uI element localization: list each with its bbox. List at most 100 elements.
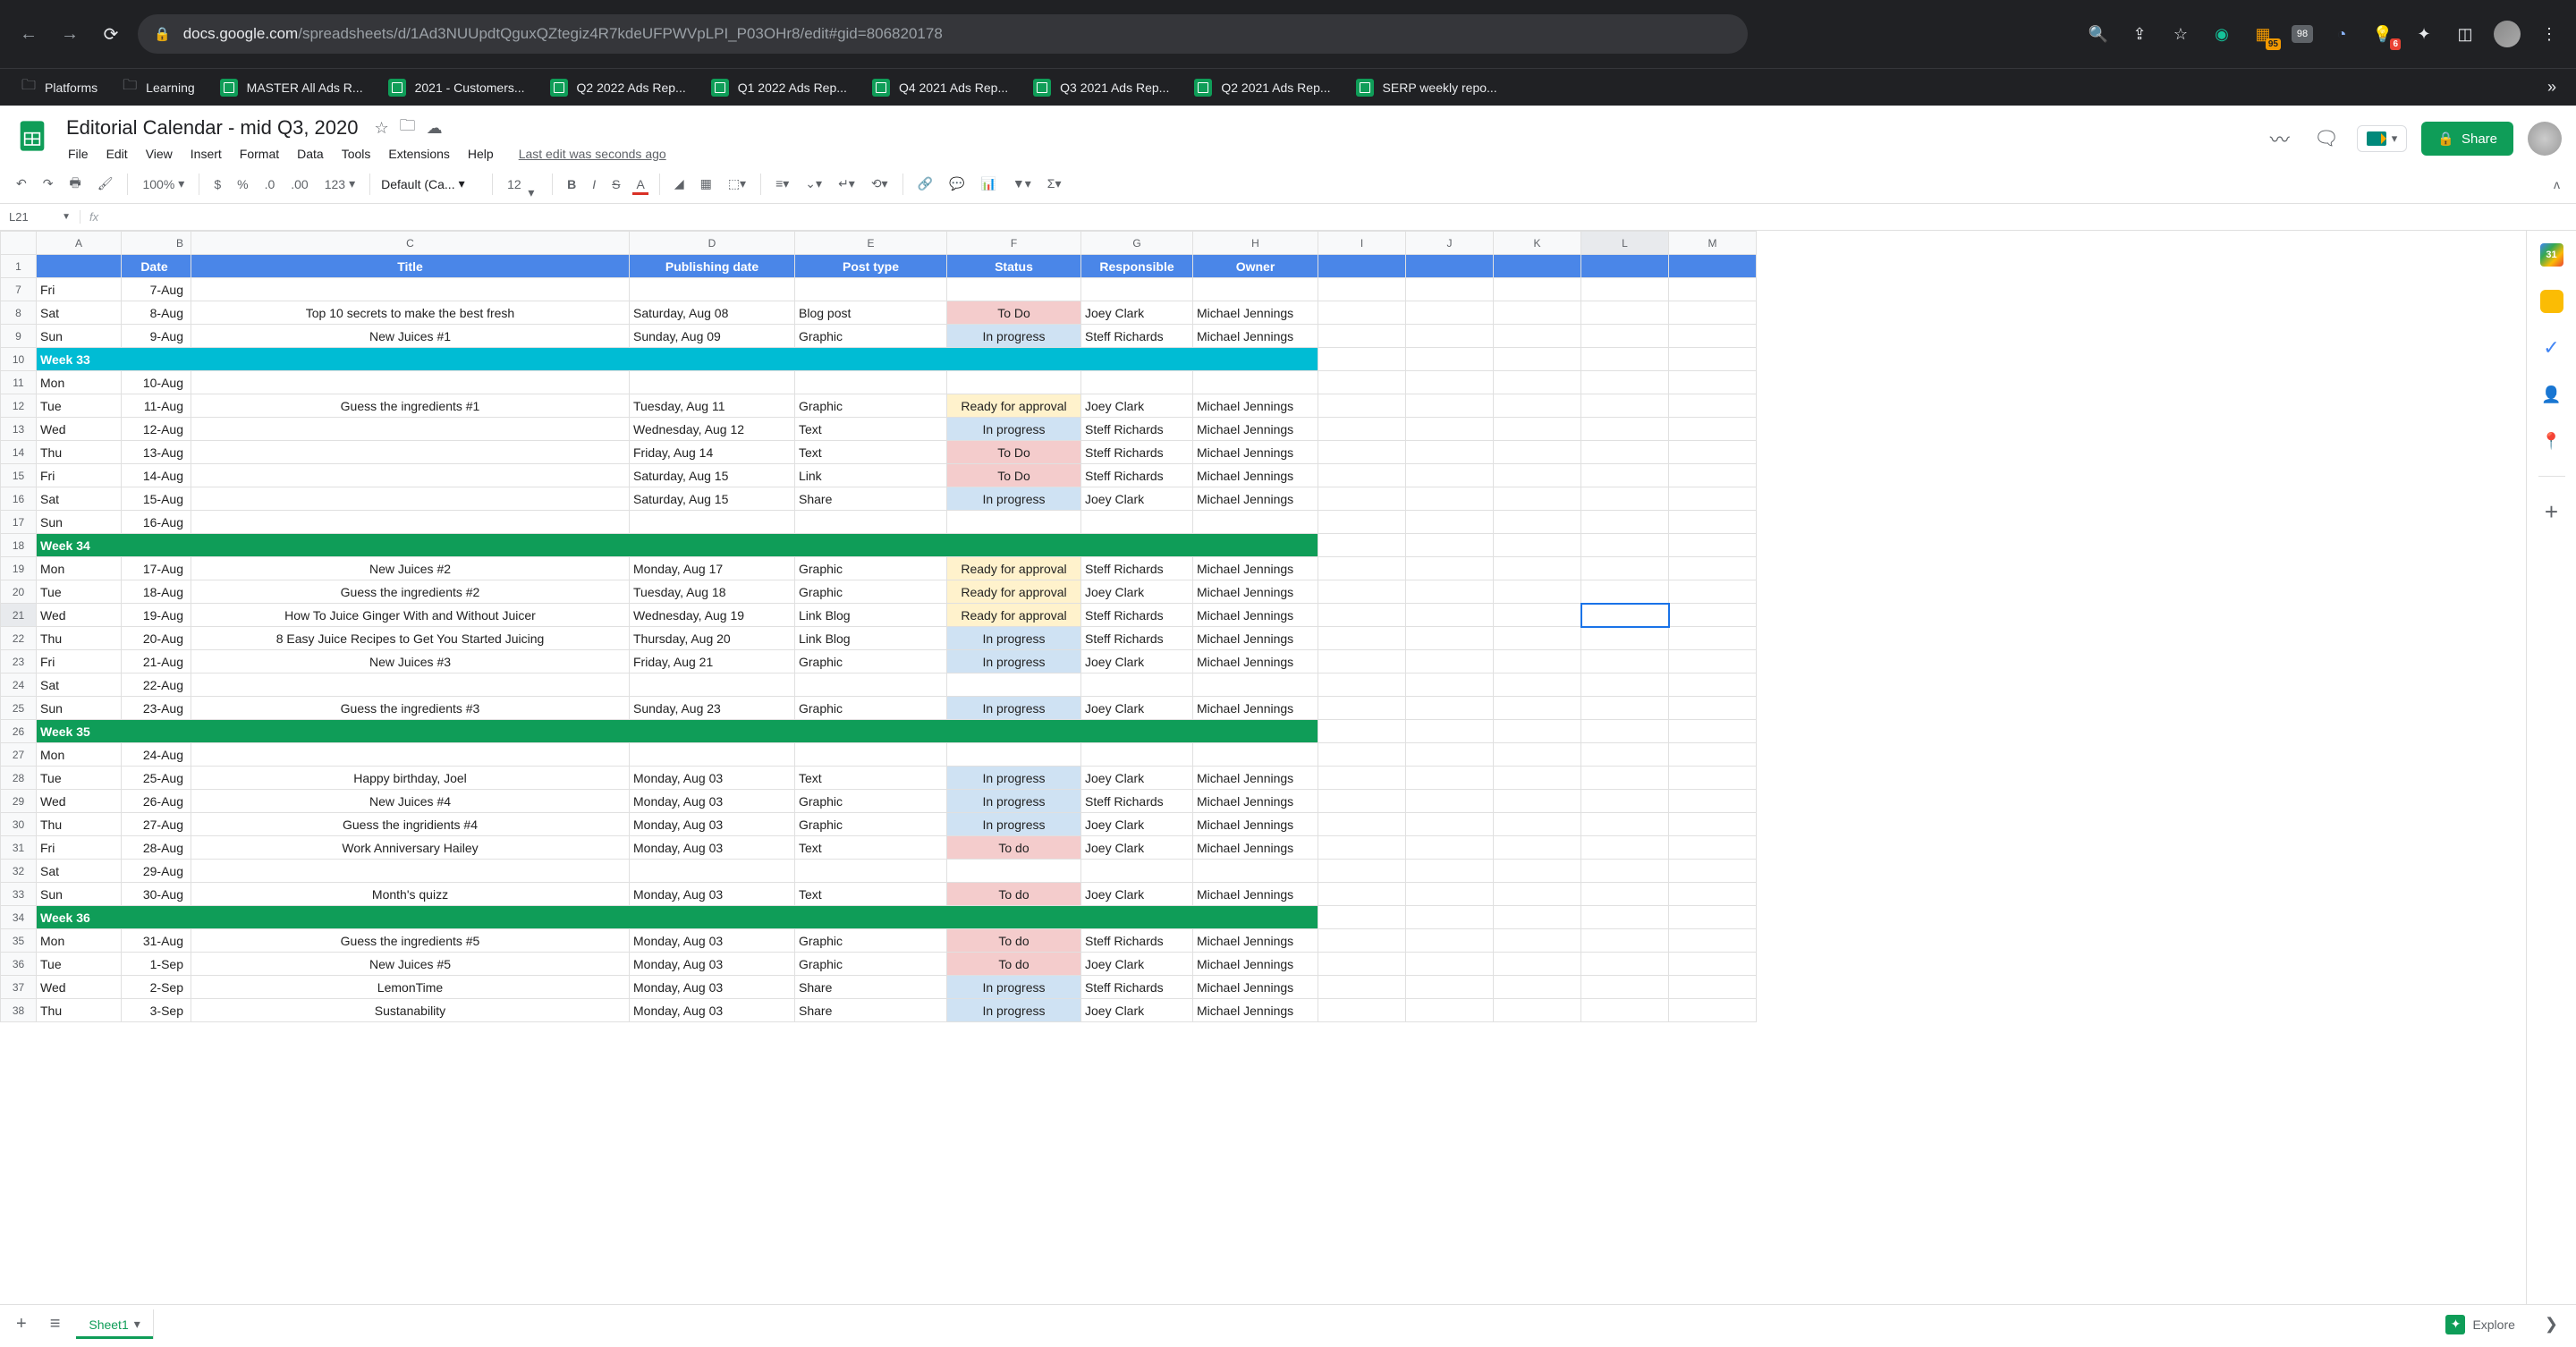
cell[interactable] xyxy=(947,278,1081,301)
row-header[interactable]: 25 xyxy=(1,697,37,720)
cell[interactable] xyxy=(1669,883,1757,906)
cell[interactable] xyxy=(1669,557,1757,580)
cell[interactable]: Michael Jennings xyxy=(1193,418,1318,441)
cell[interactable]: In progress xyxy=(947,418,1081,441)
cell[interactable] xyxy=(1494,906,1581,929)
cell[interactable] xyxy=(630,674,795,697)
cell[interactable]: Fri xyxy=(37,650,122,674)
cell[interactable]: To do xyxy=(947,836,1081,860)
cell[interactable] xyxy=(1581,580,1669,604)
cell[interactable]: 2-Sep xyxy=(122,976,191,999)
row-header[interactable]: 13 xyxy=(1,418,37,441)
cell[interactable]: Monday, Aug 03 xyxy=(630,790,795,813)
cell[interactable]: Steff Richards xyxy=(1081,418,1193,441)
cell[interactable] xyxy=(1494,674,1581,697)
explore-button[interactable]: ✦Explore xyxy=(2434,1309,2526,1341)
cell[interactable] xyxy=(1081,743,1193,767)
cell[interactable] xyxy=(1669,278,1757,301)
cell[interactable] xyxy=(1581,325,1669,348)
cell[interactable] xyxy=(1406,418,1494,441)
frozen-header-cell[interactable]: Responsible xyxy=(1081,255,1193,278)
cell[interactable] xyxy=(1581,464,1669,487)
cell[interactable] xyxy=(1494,557,1581,580)
cell[interactable] xyxy=(1494,394,1581,418)
italic-button[interactable]: I xyxy=(585,172,603,197)
cell[interactable]: Michael Jennings xyxy=(1193,883,1318,906)
bookmark-item[interactable]: Q1 2022 Ads Rep... xyxy=(700,73,858,102)
frozen-header-cell[interactable]: Date xyxy=(122,255,191,278)
cell[interactable] xyxy=(1669,534,1757,557)
cell[interactable]: Wednesday, Aug 19 xyxy=(630,604,795,627)
cell[interactable]: Steff Richards xyxy=(1081,441,1193,464)
cell[interactable] xyxy=(1318,976,1406,999)
cell[interactable]: Happy birthday, Joel xyxy=(191,767,630,790)
cell[interactable]: Joey Clark xyxy=(1081,999,1193,1022)
bold-button[interactable]: B xyxy=(560,172,583,197)
cell[interactable]: Steff Richards xyxy=(1081,976,1193,999)
cell[interactable] xyxy=(1193,278,1318,301)
cell[interactable]: Monday, Aug 03 xyxy=(630,767,795,790)
cloud-status-icon[interactable]: ☁ xyxy=(427,119,443,138)
cell[interactable] xyxy=(1581,441,1669,464)
cell[interactable] xyxy=(795,371,947,394)
cell[interactable]: Wed xyxy=(37,604,122,627)
cell[interactable] xyxy=(1494,325,1581,348)
reload-button[interactable]: ⟳ xyxy=(97,20,125,48)
cell[interactable] xyxy=(191,464,630,487)
row-header[interactable]: 12 xyxy=(1,394,37,418)
share-page-icon[interactable]: ⇪ xyxy=(2127,21,2152,47)
cell[interactable]: Fri xyxy=(37,278,122,301)
cell[interactable]: Joey Clark xyxy=(1081,836,1193,860)
cell[interactable] xyxy=(1318,790,1406,813)
cell[interactable]: Sustanability xyxy=(191,999,630,1022)
cell[interactable]: 25-Aug xyxy=(122,767,191,790)
cell[interactable] xyxy=(1494,976,1581,999)
row-header[interactable]: 22 xyxy=(1,627,37,650)
cell[interactable] xyxy=(1406,790,1494,813)
cell[interactable] xyxy=(1669,301,1757,325)
cell[interactable] xyxy=(1669,348,1757,371)
cell[interactable] xyxy=(1494,743,1581,767)
cell[interactable]: Graphic xyxy=(795,557,947,580)
row-header[interactable]: 29 xyxy=(1,790,37,813)
cell[interactable]: Graphic xyxy=(795,790,947,813)
cell[interactable]: Graphic xyxy=(795,580,947,604)
cell[interactable] xyxy=(191,418,630,441)
row-header[interactable]: 37 xyxy=(1,976,37,999)
cell[interactable] xyxy=(1494,790,1581,813)
cell[interactable] xyxy=(1318,580,1406,604)
cell[interactable]: Fri xyxy=(37,836,122,860)
cell[interactable] xyxy=(1318,348,1406,371)
print-button[interactable]: 🖶 xyxy=(62,168,88,200)
cell[interactable] xyxy=(1581,394,1669,418)
cell[interactable]: Graphic xyxy=(795,697,947,720)
cell[interactable] xyxy=(1406,301,1494,325)
row-header[interactable]: 18 xyxy=(1,534,37,557)
forward-button[interactable]: → xyxy=(55,20,84,48)
cell[interactable] xyxy=(1669,860,1757,883)
cell[interactable]: Michael Jennings xyxy=(1193,836,1318,860)
cell[interactable]: Monday, Aug 03 xyxy=(630,999,795,1022)
cell[interactable]: Steff Richards xyxy=(1081,790,1193,813)
cell[interactable] xyxy=(1494,720,1581,743)
cell[interactable] xyxy=(1494,511,1581,534)
cell[interactable] xyxy=(1669,697,1757,720)
cell[interactable]: 8-Aug xyxy=(122,301,191,325)
cell[interactable] xyxy=(795,743,947,767)
cell[interactable] xyxy=(1318,604,1406,627)
cell[interactable]: Wed xyxy=(37,418,122,441)
cell[interactable]: Steff Richards xyxy=(1081,604,1193,627)
row-header[interactable]: 30 xyxy=(1,813,37,836)
cell[interactable]: Michael Jennings xyxy=(1193,557,1318,580)
cell[interactable] xyxy=(1406,580,1494,604)
cell[interactable] xyxy=(1581,557,1669,580)
bookmark-item[interactable]: 🗀Learning xyxy=(112,70,206,105)
row-header[interactable]: 15 xyxy=(1,464,37,487)
cell[interactable] xyxy=(1581,534,1669,557)
menu-data[interactable]: Data xyxy=(290,143,331,165)
cell[interactable] xyxy=(1318,418,1406,441)
cell[interactable]: In progress xyxy=(947,999,1081,1022)
cell[interactable] xyxy=(191,371,630,394)
cell[interactable]: Sunday, Aug 09 xyxy=(630,325,795,348)
cell[interactable] xyxy=(630,743,795,767)
